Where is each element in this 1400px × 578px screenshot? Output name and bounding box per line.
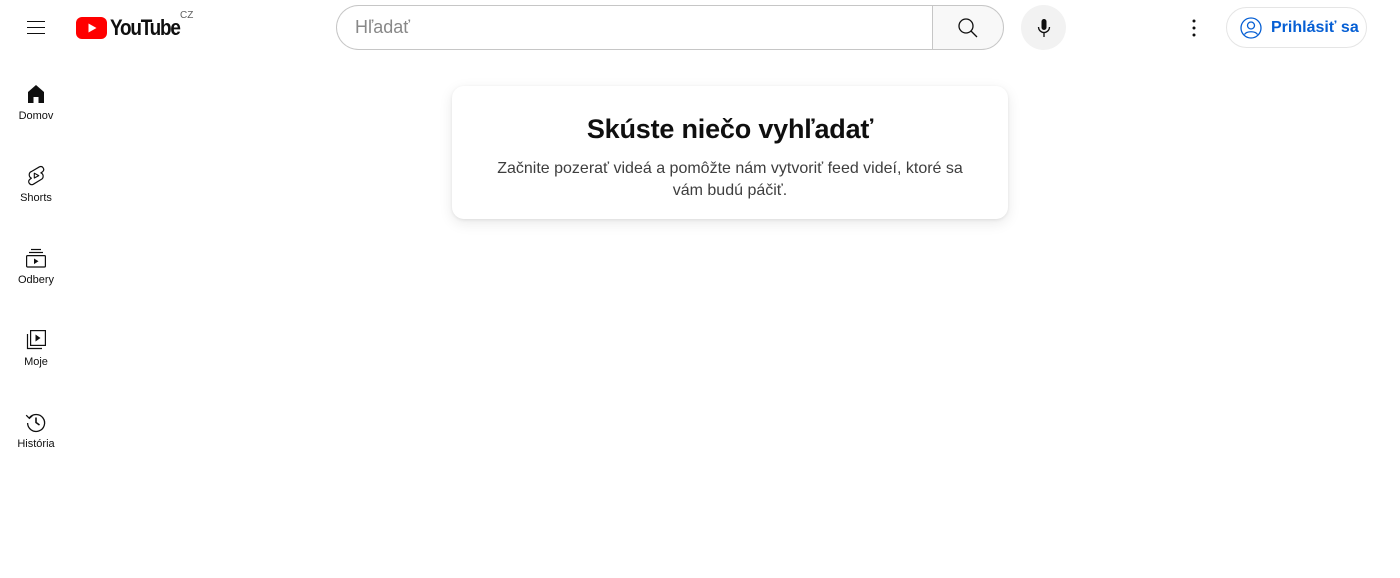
sidebar-item-home[interactable]: Domov — [4, 64, 68, 138]
account-circle-icon — [1240, 16, 1262, 39]
microphone-icon — [1037, 18, 1050, 37]
youtube-logo[interactable]: YouTube CZ — [76, 10, 193, 42]
sidebar-item-subscriptions[interactable]: Odbery — [4, 228, 68, 302]
sidebar-item-label: História — [17, 438, 55, 450]
guide-menu-button[interactable] — [16, 8, 56, 48]
settings-more-button[interactable] — [1174, 8, 1214, 48]
masthead: YouTube CZ Prihlásiť sa — [0, 0, 1400, 56]
prompt-title: Skúste niečo vyhľadať — [586, 114, 874, 144]
shorts-icon — [28, 165, 45, 186]
logo-wordmark: YouTube — [110, 15, 181, 40]
search-icon — [958, 17, 978, 37]
youtube-play-logo-icon — [76, 17, 107, 39]
more-vertical-icon — [1192, 19, 1196, 37]
sign-in-label: Prihlásiť sa — [1271, 18, 1359, 36]
sidebar-item-label: Shorts — [20, 192, 52, 204]
sidebar-item-label: Moje — [24, 356, 48, 368]
search-button[interactable] — [932, 5, 1004, 50]
subscriptions-icon — [25, 248, 46, 268]
hamburger-menu-icon — [27, 21, 45, 34]
sidebar-item-library[interactable]: Moje — [4, 310, 68, 384]
search-input[interactable] — [336, 5, 932, 50]
search-bar — [336, 5, 1004, 50]
sign-in-button[interactable]: Prihlásiť sa — [1226, 7, 1367, 48]
country-code: CZ — [180, 10, 194, 21]
sidebar-item-label: Odbery — [17, 274, 55, 286]
prompt-body: Začnite pozerať videá a pomôžte nám vytv… — [497, 160, 963, 199]
sidebar-item-shorts[interactable]: Shorts — [4, 146, 68, 220]
home-icon — [28, 85, 44, 103]
voice-search-button[interactable] — [1021, 5, 1066, 50]
library-icon — [26, 329, 47, 350]
empty-feed-prompt: Skúste niečo vyhľadať Začnite pozerať vi… — [452, 86, 1008, 219]
history-icon — [25, 413, 46, 433]
sidebar-item-history[interactable]: História — [4, 392, 68, 466]
sidebar-item-label: Domov — [18, 110, 54, 122]
